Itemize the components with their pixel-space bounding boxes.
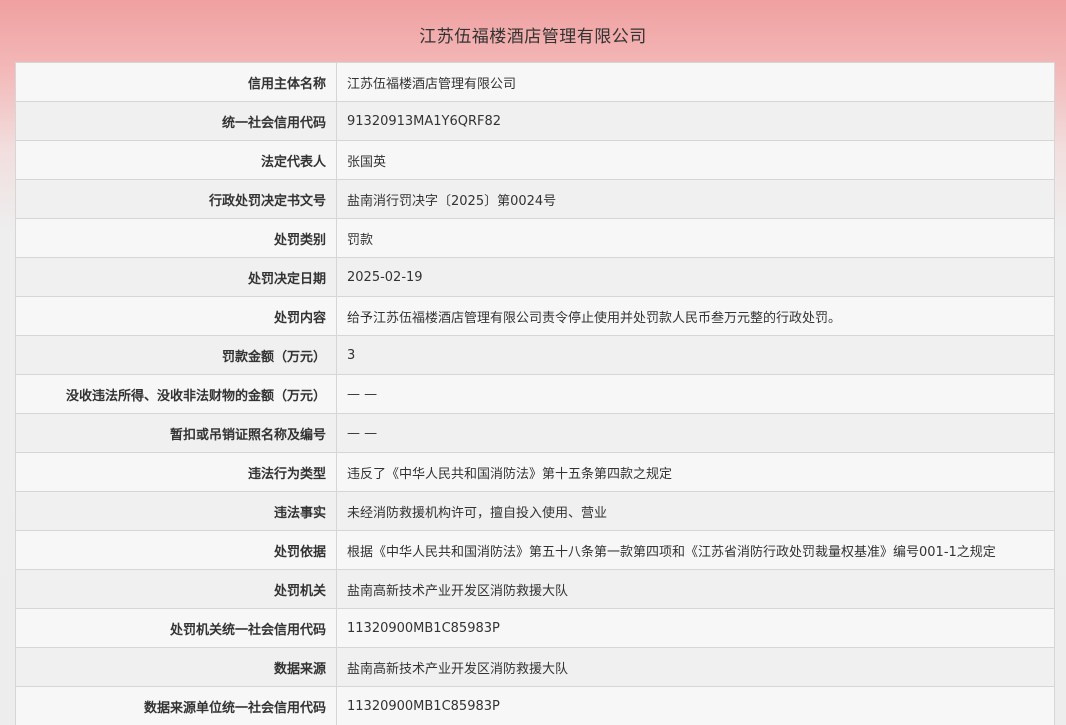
row-label: 法定代表人 [15, 140, 337, 180]
table-row: 行政处罚决定书文号 盐南消行罚决字〔2025〕第0024号 [15, 179, 1055, 219]
row-value: 罚款 [336, 218, 1055, 258]
row-label: 处罚依据 [15, 530, 337, 570]
table-row: 信用主体名称 江苏伍福楼酒店管理有限公司 [15, 62, 1055, 102]
row-value: 给予江苏伍福楼酒店管理有限公司责令停止使用并处罚款人民币叁万元整的行政处罚。 [336, 296, 1055, 336]
row-label: 处罚内容 [15, 296, 337, 336]
row-value: 未经消防救援机构许可，擅自投入使用、营业 [336, 491, 1055, 531]
table-row: 数据来源 盐南高新技术产业开发区消防救援大队 [15, 647, 1055, 687]
table-row: 统一社会信用代码 91320913MA1Y6QRF82 [15, 101, 1055, 141]
row-value: — — [336, 413, 1055, 453]
row-value: 11320900MB1C85983P [336, 608, 1055, 648]
row-value: 根据《中华人民共和国消防法》第五十八条第一款第四项和《江苏省消防行政处罚裁量权基… [336, 530, 1055, 570]
row-value: 江苏伍福楼酒店管理有限公司 [336, 62, 1055, 102]
row-value: 3 [336, 335, 1055, 375]
row-label: 处罚机关统一社会信用代码 [15, 608, 337, 648]
table-row: 处罚类别 罚款 [15, 218, 1055, 258]
row-label: 信用主体名称 [15, 62, 337, 102]
row-label: 行政处罚决定书文号 [15, 179, 337, 219]
row-value: 91320913MA1Y6QRF82 [336, 101, 1055, 141]
penalty-info-table: 信用主体名称 江苏伍福楼酒店管理有限公司 统一社会信用代码 91320913MA… [15, 62, 1055, 725]
row-label: 处罚决定日期 [15, 257, 337, 297]
row-value: 盐南高新技术产业开发区消防救援大队 [336, 647, 1055, 687]
row-value: — — [336, 374, 1055, 414]
row-value: 11320900MB1C85983P [336, 686, 1055, 725]
table-row: 违法事实 未经消防救援机构许可，擅自投入使用、营业 [15, 491, 1055, 531]
table-row: 处罚机关 盐南高新技术产业开发区消防救援大队 [15, 569, 1055, 609]
row-label: 违法事实 [15, 491, 337, 531]
row-label: 暂扣或吊销证照名称及编号 [15, 413, 337, 453]
row-label: 数据来源单位统一社会信用代码 [15, 686, 337, 725]
table-row: 处罚决定日期 2025-02-19 [15, 257, 1055, 297]
table-row: 罚款金额（万元） 3 [15, 335, 1055, 375]
table-row: 暂扣或吊销证照名称及编号 — — [15, 413, 1055, 453]
page-title: 江苏伍福楼酒店管理有限公司 [419, 27, 647, 47]
table-row: 法定代表人 张国英 [15, 140, 1055, 180]
row-value: 盐南高新技术产业开发区消防救援大队 [336, 569, 1055, 609]
table-row: 处罚依据 根据《中华人民共和国消防法》第五十八条第一款第四项和《江苏省消防行政处… [15, 530, 1055, 570]
row-label: 罚款金额（万元） [15, 335, 337, 375]
row-label: 处罚机关 [15, 569, 337, 609]
row-label: 数据来源 [15, 647, 337, 687]
table-row: 没收违法所得、没收非法财物的金额（万元） — — [15, 374, 1055, 414]
row-label: 违法行为类型 [15, 452, 337, 492]
table-row: 处罚机关统一社会信用代码 11320900MB1C85983P [15, 608, 1055, 648]
row-label: 没收违法所得、没收非法财物的金额（万元） [15, 374, 337, 414]
row-value: 盐南消行罚决字〔2025〕第0024号 [336, 179, 1055, 219]
row-value: 张国英 [336, 140, 1055, 180]
row-label: 统一社会信用代码 [15, 101, 337, 141]
table-row: 数据来源单位统一社会信用代码 11320900MB1C85983P [15, 686, 1055, 725]
table-row: 处罚内容 给予江苏伍福楼酒店管理有限公司责令停止使用并处罚款人民币叁万元整的行政… [15, 296, 1055, 336]
row-value: 2025-02-19 [336, 257, 1055, 297]
row-label: 处罚类别 [15, 218, 337, 258]
row-value: 违反了《中华人民共和国消防法》第十五条第四款之规定 [336, 452, 1055, 492]
table-row: 违法行为类型 违反了《中华人民共和国消防法》第十五条第四款之规定 [15, 452, 1055, 492]
